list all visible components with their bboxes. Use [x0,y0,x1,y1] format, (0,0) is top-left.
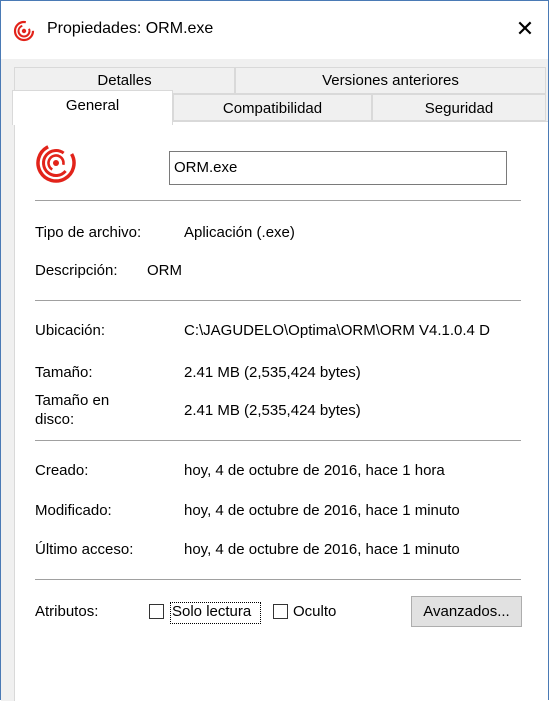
separator [35,579,521,580]
oculto-label[interactable]: Oculto [293,603,336,620]
tab-general[interactable]: General [12,90,173,125]
ubicacion-value: C:\JAGUDELO\Optima\ORM\ORM V4.1.0.4 D [184,322,490,339]
tamano-disco-label-line1: Tamaño en [35,392,110,409]
modificado-label: Modificado: [35,502,112,519]
ultimo-acceso-label: Último acceso: [35,541,134,558]
separator [35,300,521,301]
tamano-disco-label-line2: disco: [35,411,75,428]
tab-versiones-anteriores[interactable]: Versiones anteriores [235,67,546,94]
ubicacion-label: Ubicación: [35,322,106,339]
general-tab-panel: ORM.exe Tipo de archivo: Aplicación (.ex… [14,121,548,701]
tamano-value: 2.41 MB (2,535,424 bytes) [184,364,361,381]
solo-lectura-label[interactable]: Solo lectura [172,603,251,620]
orm-app-icon [13,20,35,42]
descripcion-value: ORM [147,262,182,279]
creado-value: hoy, 4 de octubre de 2016, hace 1 hora [184,462,445,479]
close-icon: ✕ [515,16,535,41]
file-name-input[interactable]: ORM.exe [169,151,507,185]
tab-compatibilidad[interactable]: Compatibilidad [173,94,372,121]
title-bar[interactable]: Propiedades: ORM.exe ✕ [1,1,548,59]
atributos-label: Atributos: [35,603,99,620]
tamano-disco-value: 2.41 MB (2,535,424 bytes) [184,402,361,419]
creado-label: Creado: [35,462,89,479]
close-button[interactable]: ✕ [505,11,545,47]
orm-red-swirl-icon [36,143,76,183]
properties-window: Propiedades: ORM.exe ✕ Detalles Versione… [0,0,549,701]
tipo-value: Aplicación (.exe) [184,224,295,241]
avanzados-button[interactable]: Avanzados... [411,596,522,627]
descripcion-label: Descripción: [35,262,118,279]
solo-lectura-checkbox[interactable] [149,604,164,619]
dialog-client-area: Detalles Versiones anteriores General Co… [1,59,548,701]
separator [35,200,521,201]
oculto-checkbox[interactable] [273,604,288,619]
separator [35,440,521,441]
window-title: Propiedades: ORM.exe [47,20,214,37]
tamano-label: Tamaño: [35,364,93,381]
ultimo-acceso-value: hoy, 4 de octubre de 2016, hace 1 minuto [184,541,460,558]
modificado-value: hoy, 4 de octubre de 2016, hace 1 minuto [184,502,460,519]
tab-seguridad[interactable]: Seguridad [372,94,546,121]
tipo-label: Tipo de archivo: [35,224,142,241]
